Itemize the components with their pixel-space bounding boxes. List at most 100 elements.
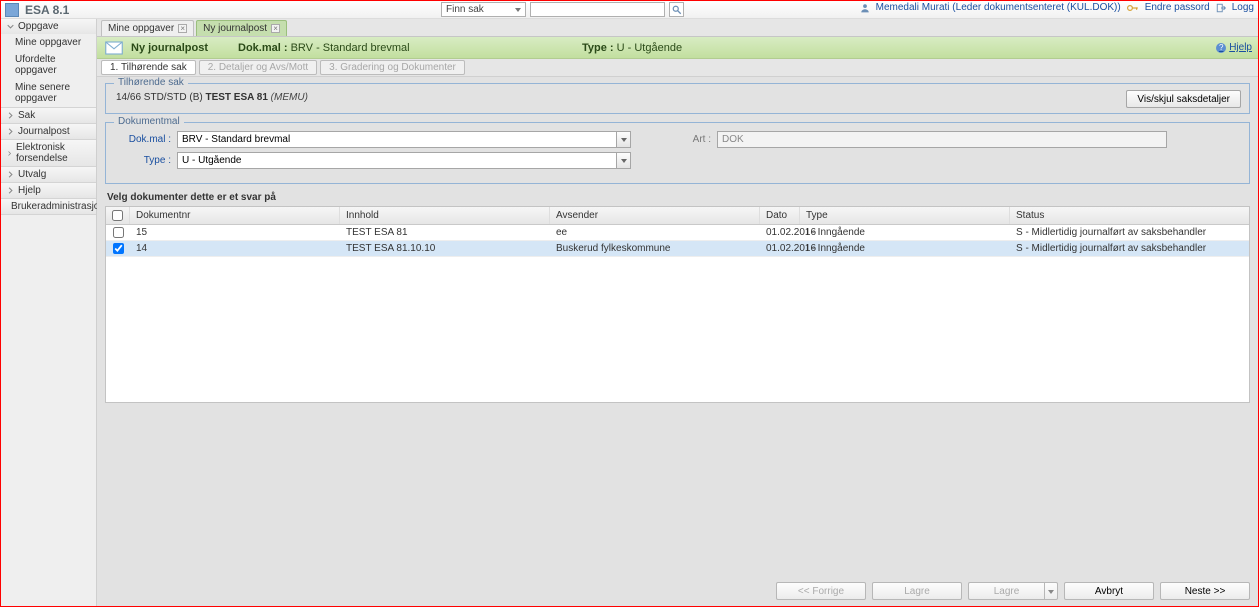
chevron-right-icon: [7, 150, 12, 157]
content: Mine oppgaver × Ny journalpost × Ny jour…: [97, 19, 1258, 606]
save-split-main[interactable]: Lagre: [968, 582, 1044, 600]
cancel-button[interactable]: Avbryt: [1064, 582, 1154, 600]
sidebar-label: Utvalg: [18, 169, 46, 180]
dokmal-value: BRV - Standard brevmal: [291, 42, 410, 54]
dokmal-combo[interactable]: [177, 131, 631, 148]
type-field-label: Type :: [116, 155, 171, 166]
chevron-right-icon: [7, 187, 14, 194]
search-mode-combo[interactable]: Finn sak: [441, 2, 526, 17]
close-icon[interactable]: ×: [178, 24, 187, 33]
key-icon: [1127, 3, 1139, 13]
chevron-down-icon: [7, 23, 14, 30]
case-title: TEST ESA 81: [205, 92, 267, 103]
close-icon[interactable]: ×: [271, 24, 280, 33]
step-3[interactable]: 3. Gradering og Dokumenter: [320, 60, 465, 75]
form-body: Tilhørende sak 14/66 STD/STD (B) TEST ES…: [97, 77, 1258, 606]
tab-label: Mine oppgaver: [108, 23, 174, 34]
page-header: Ny journalpost Dok.mal : BRV - Standard …: [97, 37, 1258, 59]
tab-mine-oppgaver[interactable]: Mine oppgaver ×: [101, 20, 194, 36]
fieldset-legend: Dokumentmal: [114, 116, 184, 127]
type-combo[interactable]: [177, 152, 631, 169]
chevron-right-icon: [7, 128, 14, 135]
sidebar-head-oppgave[interactable]: Oppgave: [1, 19, 96, 34]
cell-dato: 01.02.2016: [760, 241, 800, 256]
sidebar-head-journalpost[interactable]: Journalpost: [1, 124, 96, 139]
app-icon: [5, 3, 19, 17]
toggle-case-details-button[interactable]: Vis/skjul saksdetaljer: [1126, 90, 1241, 108]
row-checkbox[interactable]: [113, 243, 124, 254]
dokmal-field-label: Dok.mal :: [116, 134, 171, 145]
sidebar-label: Brukeradministrasjon: [11, 201, 105, 212]
table-row[interactable]: 15TEST ESA 81ee01.02.2016I - InngåendeS …: [106, 225, 1249, 241]
chevron-right-icon: [7, 171, 14, 178]
col-dato[interactable]: Dato: [760, 207, 800, 224]
dokmal-input[interactable]: [177, 131, 617, 148]
art-field: [717, 131, 1167, 148]
mail-icon: [105, 41, 123, 55]
step-1[interactable]: 1. Tilhørende sak: [101, 60, 196, 75]
top-bar: ESA 8.1 Finn sak Memedali Murati (Leder …: [1, 1, 1258, 19]
fieldset-legend: Tilhørende sak: [114, 77, 188, 88]
tab-ny-journalpost[interactable]: Ny journalpost ×: [196, 20, 287, 36]
sidebar-head-brukeradm[interactable]: Brukeradministrasjon: [1, 199, 96, 214]
help-link[interactable]: ? Hjelp: [1216, 42, 1252, 53]
app-title: ESA 8.1: [25, 3, 69, 17]
change-password-link[interactable]: Endre passord: [1145, 2, 1210, 13]
cell-innhold: TEST ESA 81: [340, 225, 550, 240]
type-value: U - Utgående: [617, 42, 682, 54]
sidebar-head-sak[interactable]: Sak: [1, 108, 96, 123]
chevron-down-icon: [1048, 590, 1054, 594]
row-checkbox[interactable]: [113, 227, 124, 238]
col-status[interactable]: Status: [1010, 207, 1249, 224]
save-split-dropdown[interactable]: [1044, 582, 1058, 600]
tab-label: Ny journalpost: [203, 23, 267, 34]
top-search-group: Finn sak: [441, 2, 684, 17]
sidebar-head-hjelp[interactable]: Hjelp: [1, 183, 96, 198]
case-prefix: 14/66 STD/STD (B): [116, 92, 205, 103]
save-split-button[interactable]: Lagre: [968, 582, 1058, 600]
search-input[interactable]: [530, 2, 665, 17]
user-link[interactable]: Memedali Murati (Leder dokumentsenteret …: [876, 2, 1121, 13]
fieldset-dokumentmal: Dokumentmal Dok.mal : Art : Type :: [105, 122, 1250, 184]
sidebar-section-oppgave: Oppgave Mine oppgaver Ufordelte oppgaver…: [1, 19, 96, 108]
cell-type: I - Inngående: [800, 225, 1010, 240]
fieldset-case: Tilhørende sak 14/66 STD/STD (B) TEST ES…: [105, 83, 1250, 114]
cell-dokumentnr: 14: [130, 241, 340, 256]
sidebar-head-utvalg[interactable]: Utvalg: [1, 167, 96, 182]
art-input: [717, 131, 1167, 148]
sidebar-head-eforsend[interactable]: Elektronisk forsendelse: [1, 140, 96, 166]
case-line: 14/66 STD/STD (B) TEST ESA 81 (MEMU): [116, 92, 1239, 103]
type-input[interactable]: [177, 152, 617, 169]
prev-button[interactable]: << Forrige: [776, 582, 866, 600]
sidebar-item-ufordelte[interactable]: Ufordelte oppgaver: [1, 51, 96, 79]
search-mode-label: Finn sak: [446, 4, 484, 15]
logout-link[interactable]: Logg: [1232, 2, 1254, 13]
sidebar-item-mine-oppgaver[interactable]: Mine oppgaver: [1, 34, 96, 51]
dropdown-button[interactable]: [617, 131, 631, 148]
dokmal-label: Dok.mal :: [238, 42, 288, 54]
chevron-right-icon: [7, 112, 14, 119]
step-2[interactable]: 2. Detaljer og Avs/Mott: [199, 60, 317, 75]
type-label: Type :: [582, 42, 614, 54]
page-title: Ny journalpost: [131, 42, 208, 54]
col-dokumentnr[interactable]: Dokumentnr: [130, 207, 340, 224]
cell-status: S - Midlertidig journalført av saksbehan…: [1010, 241, 1249, 256]
document-grid: Dokumentnr Innhold Avsender Dato Type St…: [105, 206, 1250, 403]
top-right-links: Memedali Murati (Leder dokumentsenteret …: [860, 2, 1254, 13]
wizard-steps: 1. Tilhørende sak 2. Detaljer og Avs/Mot…: [97, 59, 1258, 77]
chevron-down-icon: [621, 159, 627, 163]
next-button[interactable]: Neste >>: [1160, 582, 1250, 600]
col-innhold[interactable]: Innhold: [340, 207, 550, 224]
art-field-label: Art :: [671, 134, 711, 145]
search-button[interactable]: [669, 2, 684, 17]
dropdown-button[interactable]: [617, 152, 631, 169]
logout-icon: [1216, 3, 1226, 13]
table-row[interactable]: 14TEST ESA 81.10.10Buskerud fylkeskommun…: [106, 241, 1249, 257]
sidebar-item-senere[interactable]: Mine senere oppgaver: [1, 79, 96, 107]
cell-type: I - Inngående: [800, 241, 1010, 256]
save-button[interactable]: Lagre: [872, 582, 962, 600]
case-suffix: (MEMU): [268, 92, 308, 103]
col-avsender[interactable]: Avsender: [550, 207, 760, 224]
col-type[interactable]: Type: [800, 207, 1010, 224]
select-all-checkbox[interactable]: [112, 210, 123, 221]
